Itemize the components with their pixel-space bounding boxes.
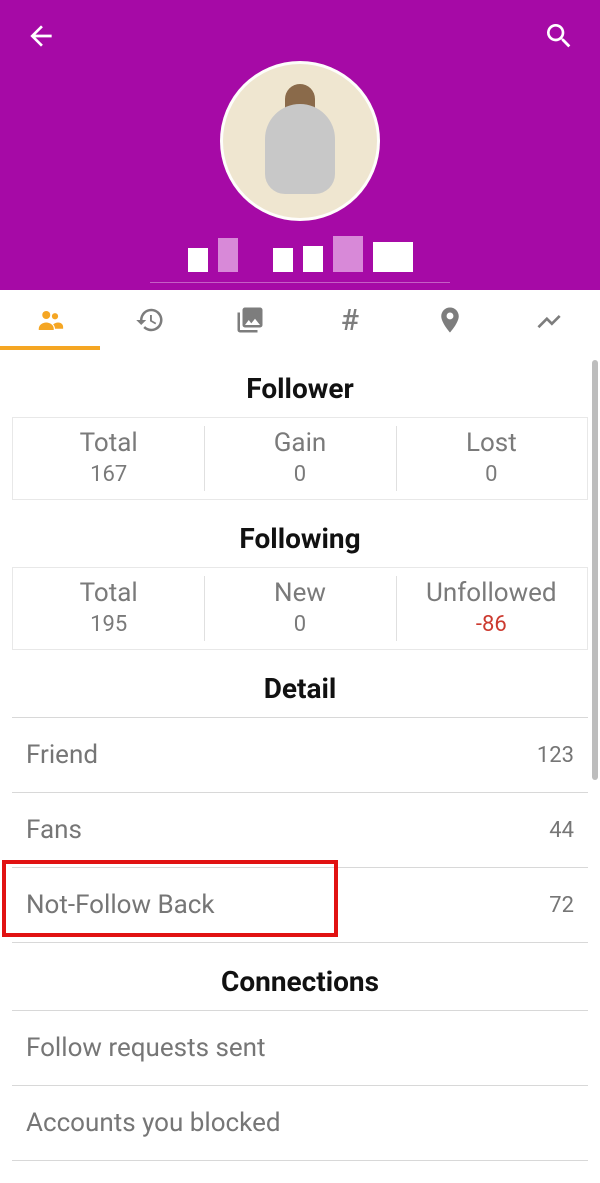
detail-value: 123 bbox=[537, 743, 574, 768]
connections-blocked[interactable]: Accounts you blocked bbox=[12, 1086, 588, 1161]
follower-title: Follower bbox=[12, 350, 588, 417]
stat-label: Unfollowed bbox=[396, 578, 587, 608]
stat-label: Lost bbox=[396, 428, 587, 458]
stat-label: New bbox=[204, 578, 395, 608]
avatar[interactable] bbox=[220, 61, 380, 221]
tab-history[interactable] bbox=[100, 290, 200, 350]
stat-label: Total bbox=[13, 578, 204, 608]
stat-label: Gain bbox=[204, 428, 395, 458]
stat-value: 0 bbox=[204, 612, 395, 637]
stat-label: Total bbox=[13, 428, 204, 458]
connections-title: Connections bbox=[12, 943, 588, 1010]
detail-fans[interactable]: Fans 44 bbox=[12, 793, 588, 868]
following-new[interactable]: New 0 bbox=[204, 568, 395, 649]
following-total[interactable]: Total 195 bbox=[13, 568, 204, 649]
following-title: Following bbox=[12, 500, 588, 567]
main-content: Follower Total 167 Gain 0 Lost 0 Followi… bbox=[0, 350, 600, 1161]
following-stats: Total 195 New 0 Unfollowed -86 bbox=[12, 567, 588, 650]
stat-value: 167 bbox=[13, 462, 204, 487]
tab-media[interactable] bbox=[200, 290, 300, 350]
tabs-bar: # bbox=[0, 290, 600, 350]
header-underline bbox=[150, 282, 450, 283]
connections-follow-requests[interactable]: Follow requests sent bbox=[12, 1011, 588, 1086]
hashtag-icon: # bbox=[341, 303, 359, 338]
username-redacted bbox=[0, 236, 600, 272]
stat-value: 195 bbox=[13, 612, 204, 637]
follower-gain[interactable]: Gain 0 bbox=[204, 418, 395, 499]
detail-friend[interactable]: Friend 123 bbox=[12, 718, 588, 793]
detail-label: Not-Follow Back bbox=[26, 890, 215, 920]
tab-location[interactable] bbox=[400, 290, 500, 350]
stat-value: -86 bbox=[396, 612, 587, 637]
detail-value: 44 bbox=[549, 818, 574, 843]
header-top-bar bbox=[0, 10, 600, 56]
stat-value: 0 bbox=[396, 462, 587, 487]
detail-label: Fans bbox=[26, 815, 82, 845]
detail-title: Detail bbox=[12, 650, 588, 717]
detail-label: Follow requests sent bbox=[26, 1033, 266, 1063]
follower-stats: Total 167 Gain 0 Lost 0 bbox=[12, 417, 588, 500]
connections-list: Follow requests sent Accounts you blocke… bbox=[12, 1010, 588, 1161]
profile-header bbox=[0, 0, 600, 290]
detail-not-follow-back[interactable]: Not-Follow Back 72 bbox=[12, 868, 588, 943]
back-button[interactable] bbox=[25, 20, 57, 56]
follower-lost[interactable]: Lost 0 bbox=[396, 418, 587, 499]
tab-hashtag[interactable]: # bbox=[300, 290, 400, 350]
tab-people[interactable] bbox=[0, 290, 100, 350]
search-button[interactable] bbox=[543, 20, 575, 56]
stat-value: 0 bbox=[204, 462, 395, 487]
detail-label: Friend bbox=[26, 740, 98, 770]
avatar-container bbox=[0, 61, 600, 221]
detail-list: Friend 123 Fans 44 Not-Follow Back 72 bbox=[12, 717, 588, 943]
detail-value: 72 bbox=[549, 893, 574, 918]
follower-total[interactable]: Total 167 bbox=[13, 418, 204, 499]
following-unfollowed[interactable]: Unfollowed -86 bbox=[396, 568, 587, 649]
detail-label: Accounts you blocked bbox=[26, 1108, 281, 1138]
scrollbar[interactable] bbox=[592, 360, 598, 780]
tab-trends[interactable] bbox=[500, 290, 600, 350]
